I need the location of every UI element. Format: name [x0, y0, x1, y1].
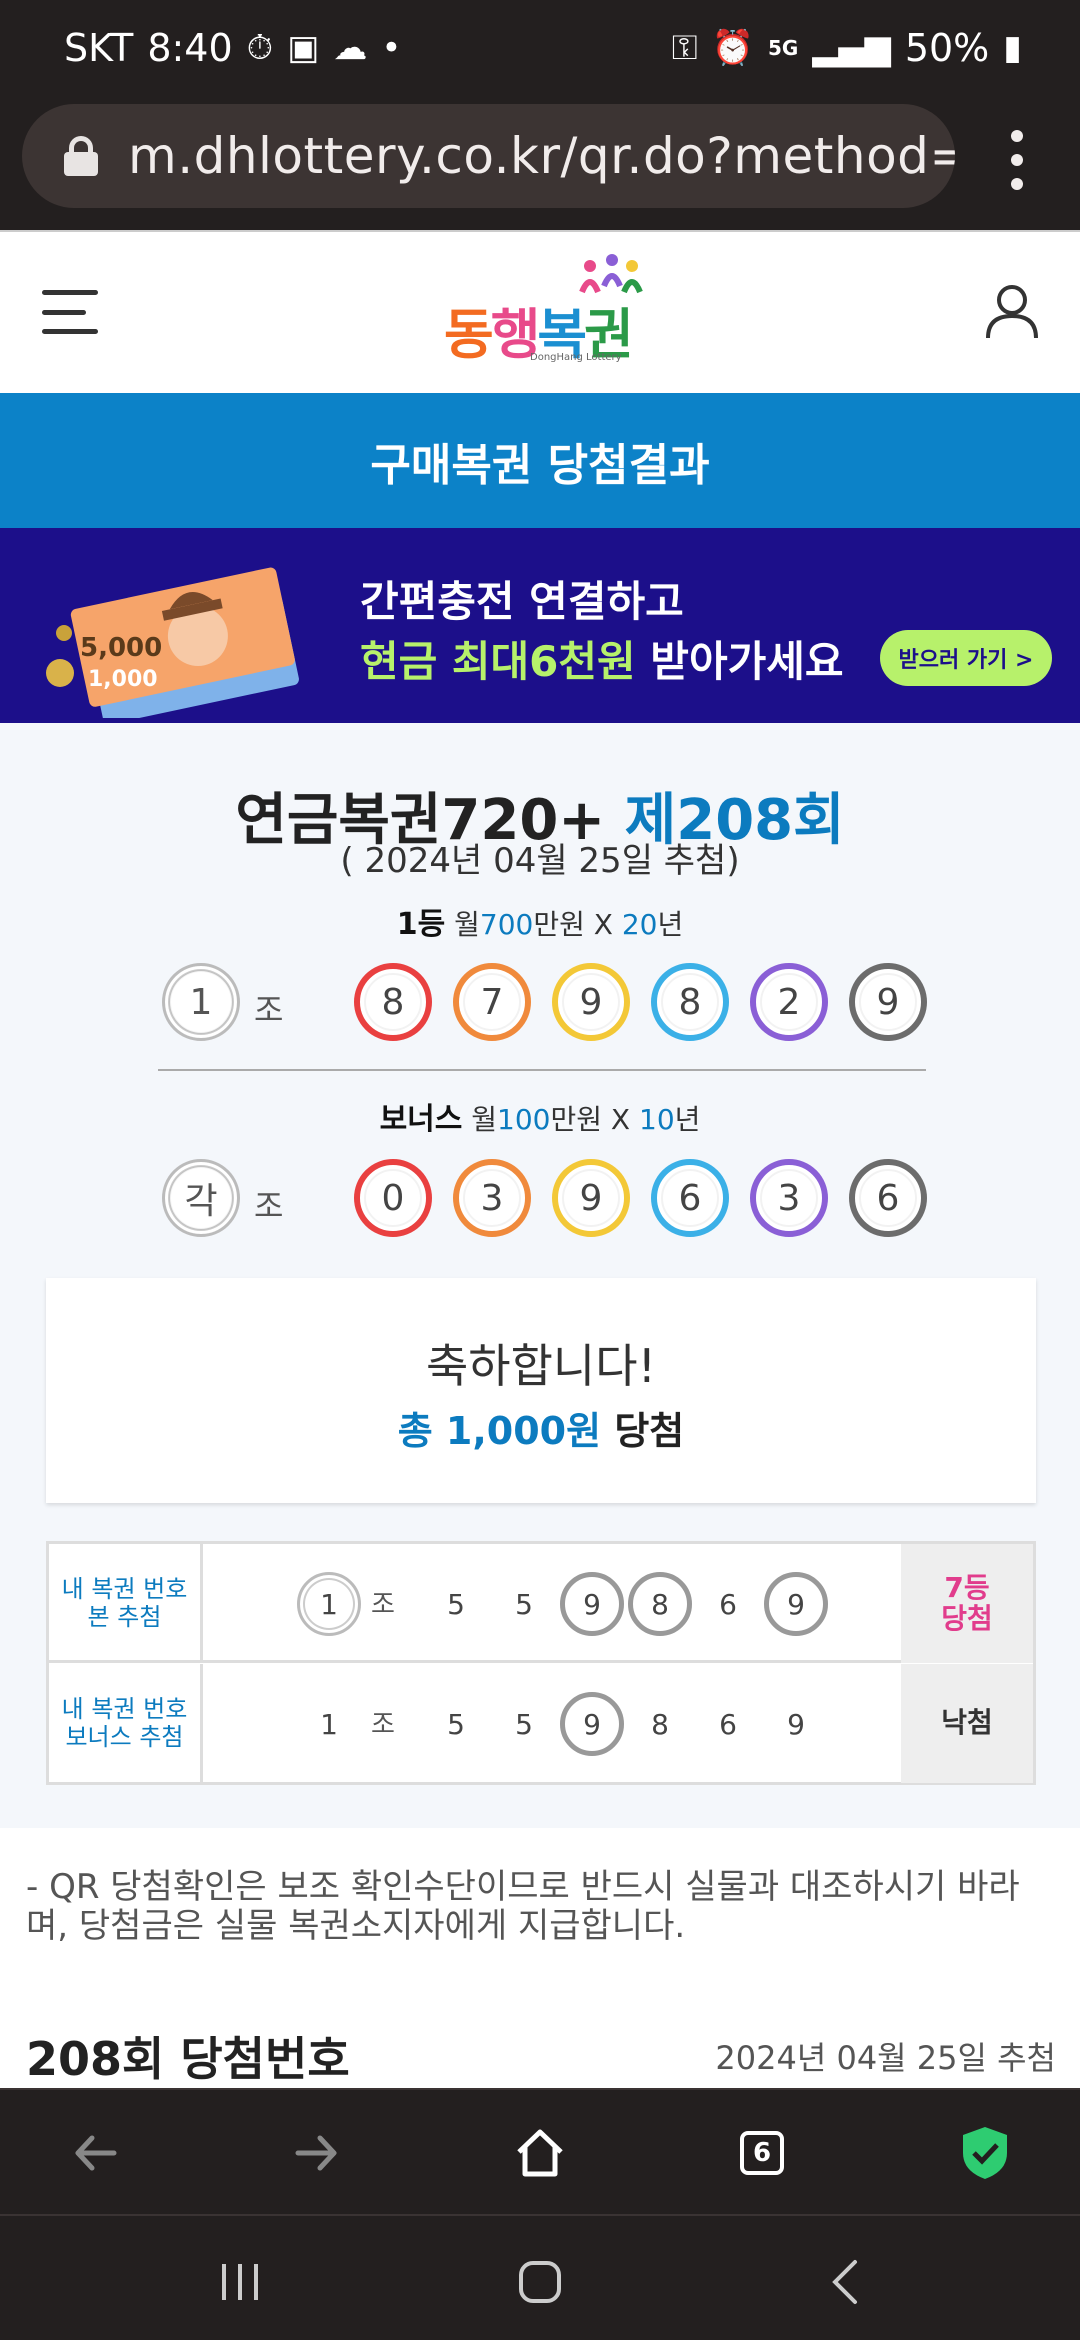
- svg-text:5,000: 5,000: [80, 633, 162, 663]
- banner-receive-button[interactable]: 받으러 가기 >: [880, 630, 1052, 686]
- banner-headline: 간편충전 연결하고: [360, 577, 684, 626]
- key-icon: ⚿: [671, 28, 698, 68]
- my-number: 6: [719, 1587, 737, 1621]
- group-label: 조: [371, 1590, 395, 1620]
- bonus-numbers: 각 조 0 3 9 6 3 6: [160, 1159, 930, 1241]
- menu-dots-icon[interactable]: [1010, 130, 1024, 190]
- my-number: 5: [515, 1707, 533, 1741]
- tabs-icon[interactable]: 6: [727, 2118, 797, 2188]
- section-title: 208회 당첨번호: [26, 2032, 350, 2086]
- page-title: 구매복권 당첨결과: [0, 393, 1080, 528]
- row-label: 내 복권 번호 보너스 추첨: [49, 1664, 203, 1783]
- my-number: 5: [447, 1707, 465, 1741]
- row-label: 내 복권 번호 본 추첨: [49, 1544, 203, 1663]
- battery-icon: ▮: [1003, 28, 1022, 68]
- url-bar[interactable]: m.dhlottery.co.kr/qr.do?method=w: [22, 104, 955, 208]
- battery-label: 50%: [904, 26, 990, 70]
- site-header: 동행복권 DongHang Lottery: [0, 230, 1080, 393]
- row-result-lose: 낙첨: [901, 1664, 1033, 1783]
- browser-nav-bar: 6: [0, 2088, 1080, 2214]
- draw-date: ( 2024년 04월 25일 추첨): [340, 841, 740, 881]
- congrats-title: 축하합니다!: [425, 1339, 657, 1393]
- signal-icon: ▂▄▆: [812, 28, 891, 68]
- my-group-number: 1: [320, 1707, 338, 1741]
- cloud-icon: ☁: [333, 28, 368, 68]
- timer-icon: ⏱: [246, 28, 274, 68]
- home-circle-icon[interactable]: [510, 2252, 570, 2312]
- dot-icon: •: [381, 28, 402, 68]
- number-ball: 9: [552, 963, 630, 1041]
- my-number-matched: 8: [628, 1572, 692, 1636]
- status-right: ⚿ ⏰ 5G ▂▄▆ 50% ▮: [672, 26, 1022, 70]
- lock-icon[interactable]: [62, 136, 100, 176]
- alarm-icon: ⏰: [711, 28, 755, 68]
- my-number-matched: 9: [560, 1692, 624, 1756]
- first-prize-line: 1등 월700만원 X 20년: [396, 907, 684, 942]
- user-icon[interactable]: [984, 282, 1040, 338]
- my-number: 5: [447, 1587, 465, 1621]
- number-ball: 6: [849, 1159, 927, 1237]
- system-nav-bar: [0, 2214, 1080, 2340]
- url-text[interactable]: m.dhlottery.co.kr/qr.do?method=w: [128, 127, 955, 185]
- status-bar: SKT 8:40 ⏱ ▣ ☁ • ⚿ ⏰ 5G ▂▄▆ 50% ▮: [0, 0, 1080, 100]
- number-ball: 2: [750, 963, 828, 1041]
- shield-check-icon[interactable]: [950, 2118, 1020, 2188]
- number-ball: 9: [552, 1159, 630, 1237]
- row-result-win: 7등 당첨: [901, 1544, 1033, 1663]
- my-number-matched: 9: [764, 1572, 828, 1636]
- back-arrow-icon[interactable]: [60, 2118, 130, 2188]
- result-section: 연금복권720+ 제208회 ( 2024년 04월 25일 추첨) 1등 월7…: [0, 723, 1080, 1828]
- tab-count[interactable]: 6: [740, 2131, 784, 2175]
- group-label: 조: [254, 1187, 284, 1225]
- status-left: SKT 8:40 ⏱ ▣ ☁ •: [64, 26, 401, 70]
- my-number-matched: 9: [560, 1572, 624, 1636]
- nav-back-icon[interactable]: [815, 2252, 875, 2312]
- number-ball: 3: [453, 1159, 531, 1237]
- number-ball: 8: [651, 963, 729, 1041]
- recents-icon[interactable]: [210, 2252, 270, 2312]
- number-ball: 8: [354, 963, 432, 1041]
- group-label: 조: [254, 991, 284, 1029]
- site-logo[interactable]: 동행복권 DongHang Lottery: [440, 252, 650, 372]
- my-group-ball: 1: [297, 1572, 361, 1636]
- section-date: 2024년 04월 25일 추첨: [715, 2039, 1056, 2077]
- browser-toolbar: m.dhlottery.co.kr/qr.do?method=w: [0, 100, 1080, 230]
- notice-text: - QR 당첨확인은 보조 확인수단이므로 반드시 실물과 대조하시기 바라며,…: [26, 1867, 1020, 1947]
- number-ball: 7: [453, 963, 531, 1041]
- notice-section: - QR 당첨확인은 보조 확인수단이므로 반드시 실물과 대조하시기 바라며,…: [0, 1828, 1080, 2088]
- my-number: 6: [719, 1707, 737, 1741]
- logo-subtitle: DongHang Lottery: [530, 352, 622, 363]
- number-ball: 6: [651, 1159, 729, 1237]
- group-ball: 1: [162, 963, 240, 1041]
- table-row: 내 복권 번호 본 추첨 1 조 5 5 9 8 6 9 7등 당첨: [49, 1544, 1033, 1663]
- banner-subline: 현금 최대6천원 받아가세요: [360, 637, 844, 686]
- table-row: 내 복권 번호 보너스 추첨 1 조 5 5 9 8 6 9 낙첨: [49, 1664, 1033, 1783]
- carrier-label: SKT: [64, 26, 134, 70]
- my-number: 9: [787, 1707, 805, 1741]
- congrats-card: 축하합니다! 총 1,000원 당첨: [46, 1278, 1036, 1503]
- image-icon: ▣: [287, 28, 320, 68]
- promo-banner[interactable]: 5,000 1,000 간편충전 연결하고 현금 최대6천원 받아가세요 받으러…: [0, 528, 1080, 723]
- svg-text:1,000: 1,000: [88, 667, 158, 692]
- network-label: 5G: [768, 36, 799, 60]
- divider: [158, 1069, 926, 1071]
- bonus-prize-line: 보너스 월100만원 X 10년: [379, 1102, 701, 1137]
- my-number: 8: [651, 1707, 669, 1741]
- number-ball: 0: [354, 1159, 432, 1237]
- clock: 8:40: [147, 26, 233, 70]
- my-number: 5: [515, 1587, 533, 1621]
- my-ticket-table: 내 복권 번호 본 추첨 1 조 5 5 9 8 6 9 7등 당첨 내 복권 번호…: [46, 1541, 1036, 1785]
- congrats-amount: 총 1,000원 당첨: [397, 1409, 685, 1453]
- number-ball: 3: [750, 1159, 828, 1237]
- first-prize-numbers: 1 조 8 7 9 8 2 9: [160, 963, 930, 1045]
- group-ball: 각: [162, 1159, 240, 1237]
- money-bill-icon: 5,000 1,000: [46, 567, 299, 718]
- forward-arrow-icon[interactable]: [282, 2118, 352, 2188]
- group-label: 조: [371, 1710, 395, 1740]
- number-ball: 9: [849, 963, 927, 1041]
- home-icon[interactable]: [505, 2118, 575, 2188]
- hamburger-icon[interactable]: [42, 290, 98, 334]
